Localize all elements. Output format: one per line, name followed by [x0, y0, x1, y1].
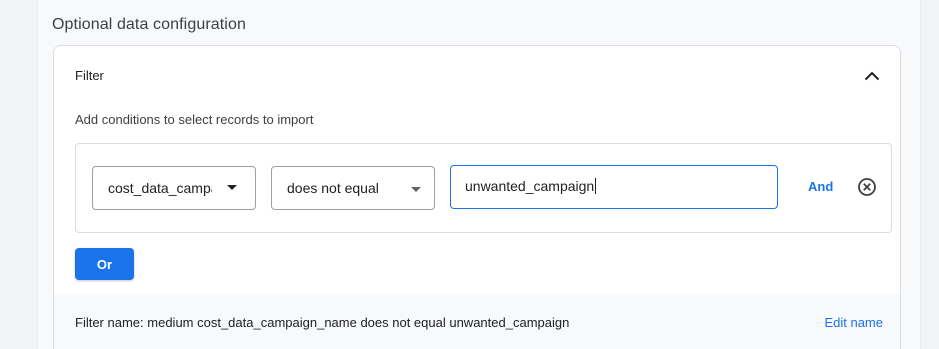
value-input[interactable]: unwanted_campaign	[450, 165, 778, 209]
condition-group: cost_data_campa does not equal unwanted_…	[75, 143, 892, 233]
filter-name: Filter name: medium cost_data_campaign_n…	[75, 315, 569, 330]
or-button[interactable]: Or	[75, 248, 134, 280]
operator-select[interactable]: does not equal	[271, 166, 435, 210]
and-button[interactable]: And	[808, 179, 833, 194]
value-input-text: unwanted_campaign	[465, 178, 595, 194]
filter-name-label: Filter name:	[75, 315, 144, 330]
collapse-button[interactable]	[860, 64, 884, 88]
section-title: Optional data configuration	[52, 16, 246, 33]
filter-hint: Add conditions to select records to impo…	[75, 112, 314, 127]
edit-name-link[interactable]: Edit name	[824, 315, 883, 330]
chevron-up-icon	[864, 71, 880, 81]
filter-name-value: medium cost_data_campaign_name does not …	[147, 315, 570, 330]
remove-condition-button[interactable]	[857, 177, 877, 197]
field-select-value: cost_data_campa	[108, 180, 212, 196]
operator-select-value: does not equal	[287, 180, 379, 196]
filter-card-title: Filter	[75, 68, 104, 83]
text-cursor	[595, 178, 597, 194]
filter-footer: Filter name: medium cost_data_campaign_n…	[54, 294, 900, 349]
dropdown-arrow-icon	[411, 187, 421, 192]
dropdown-arrow-icon	[227, 185, 237, 190]
close-circle-icon	[858, 178, 876, 196]
filter-card: Filter Add conditions to select records …	[53, 45, 901, 349]
optional-config-panel: Optional data configuration Filter Add c…	[37, 0, 921, 349]
field-select[interactable]: cost_data_campa	[92, 166, 256, 210]
